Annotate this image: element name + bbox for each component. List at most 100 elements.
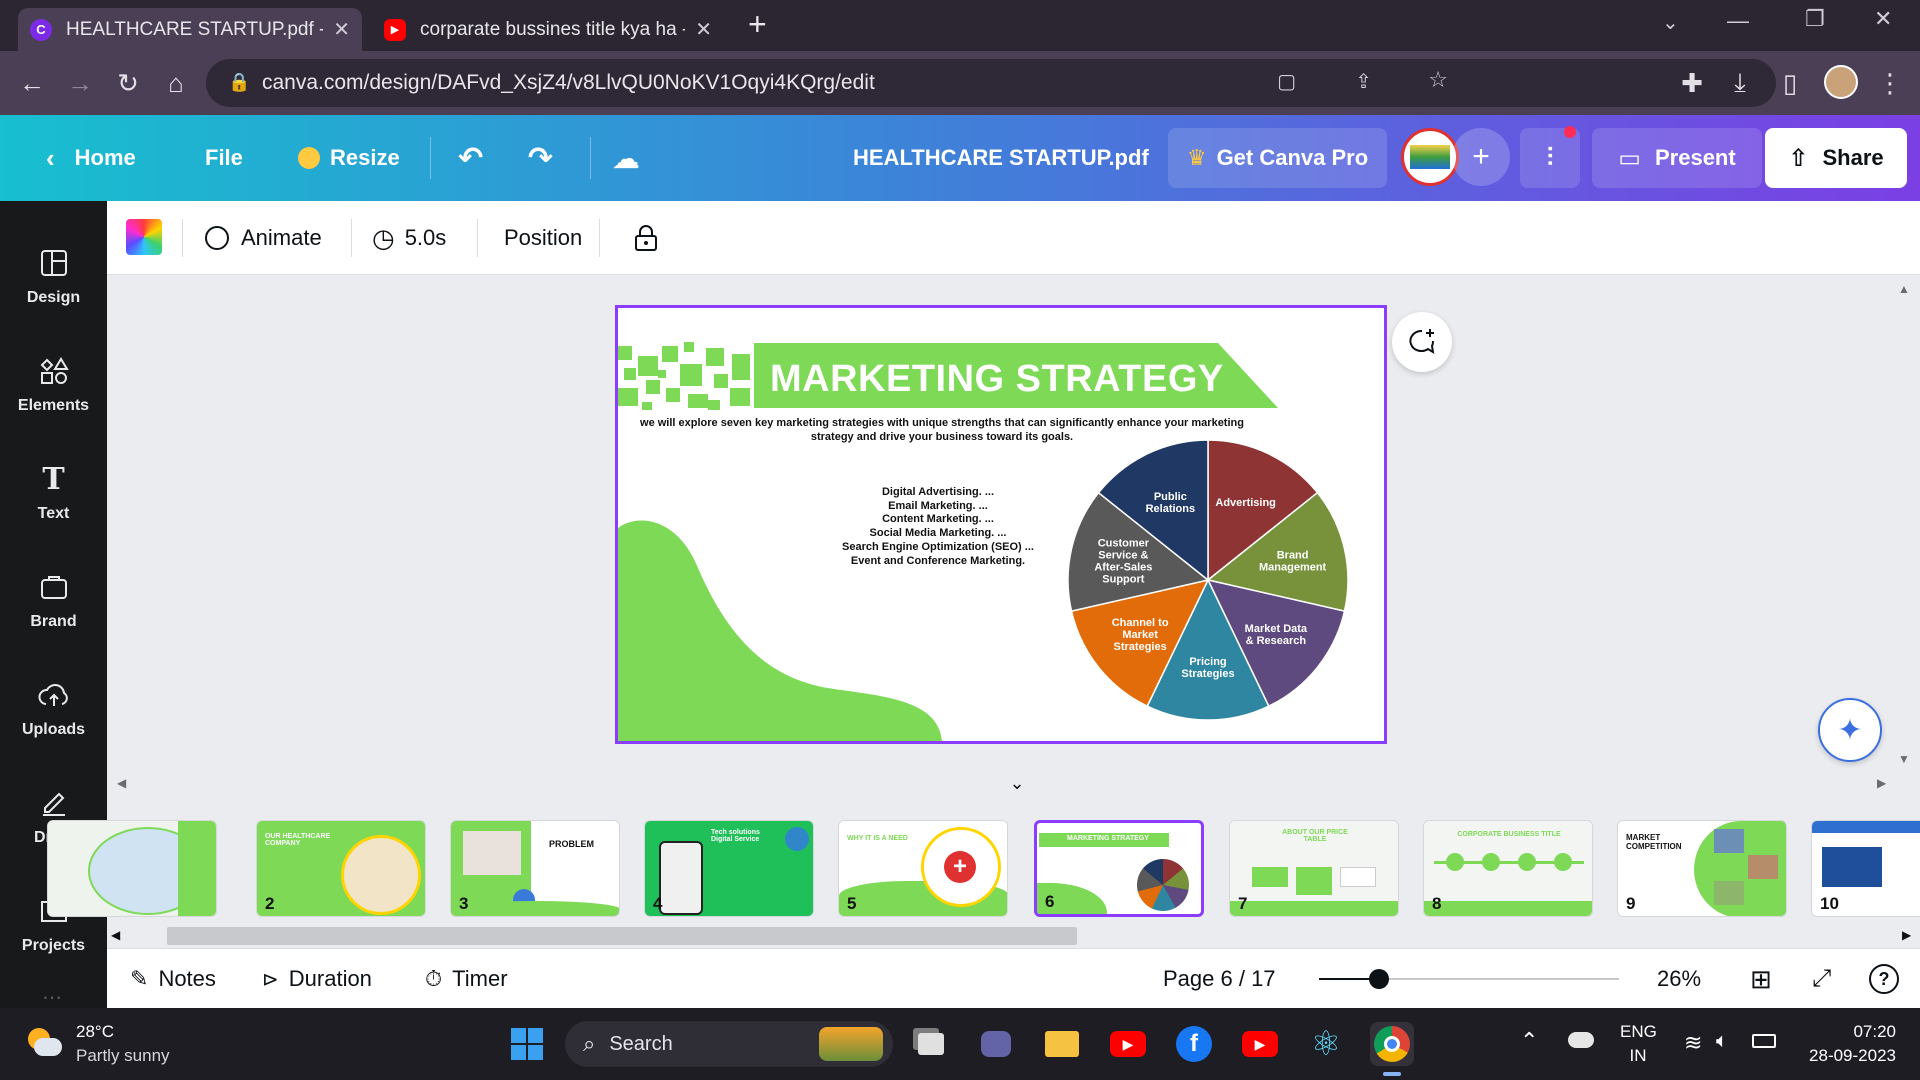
profile-avatar[interactable] [1824,65,1858,99]
filmstrip-left-arrow[interactable]: ◀ [117,776,126,790]
team-avatar[interactable] [1401,128,1459,186]
hscroll-left-arrow[interactable]: ◀ [111,928,120,942]
add-comment-button[interactable] [1392,312,1452,372]
tray-chevron-up-icon[interactable]: ⌃ [1520,1028,1538,1054]
page-thumbnail[interactable]: + WHY IT IS A NEED 5 [838,820,1008,917]
extensions-icon[interactable]: ✚ [1674,65,1710,101]
install-app-icon[interactable]: ▢ [1277,69,1296,94]
scroll-down-arrow[interactable]: ▼ [1898,752,1910,766]
duration-toggle-button[interactable]: ⊳ Duration [262,949,372,1009]
react-atom-icon[interactable]: ⚛ [1304,1022,1348,1066]
page-thumbnail[interactable]: MARKET COMPETITION 9 [1617,820,1787,917]
lock-icon[interactable] [634,201,658,275]
reload-icon[interactable]: ↻ [110,65,146,101]
new-tab-button[interactable]: + [748,6,767,43]
battery-icon[interactable] [1752,1034,1776,1048]
sidebar-item-text[interactable]: T Text [0,439,107,539]
insights-chart-icon[interactable]: ⫶ [1520,126,1580,188]
notes-button[interactable]: ✎ Notes [130,949,216,1009]
zoom-slider-track[interactable] [1319,969,1619,989]
browser-tab-youtube[interactable]: ▶ corparate bussines title kya ha - Y ✕ [372,8,724,51]
teams-meet-icon[interactable] [974,1022,1018,1066]
get-canva-pro-button[interactable]: ♛ Get Canva Pro [1168,128,1387,188]
close-tab-icon[interactable]: ✕ [333,17,350,42]
sidebar-item-brand[interactable]: Brand [0,547,107,647]
marketing-pie-chart[interactable]: AdvertisingBrand ManagementMarket Data & R… [1058,430,1358,730]
page-thumbnail[interactable]: 10 [1811,820,1920,917]
scroll-up-arrow[interactable]: ▲ [1898,282,1910,296]
wifi-icon[interactable]: ≋ [1684,1030,1702,1056]
weather-temp[interactable]: 28°C [76,1022,114,1042]
downloads-icon[interactable]: ⤓ [1722,65,1758,101]
undo-icon[interactable]: ↶ [458,115,483,201]
youtube-app-icon[interactable]: ▶ [1106,1022,1150,1066]
grid-view-icon[interactable]: ⊞ [1750,949,1772,1009]
window-close-icon[interactable]: ✕ [1874,6,1892,32]
volume-icon[interactable]: 🔈︎ [1716,1030,1728,1053]
home-icon[interactable]: ⌂ [158,65,194,101]
page-thumbnail[interactable]: OUR HEALTHCARE COMPANY 2 [256,820,426,917]
onedrive-cloud-icon[interactable] [1568,1032,1594,1048]
weather-partly-sunny-icon[interactable] [24,1026,64,1060]
filmstrip-right-arrow[interactable]: ▶ [1877,776,1886,790]
hscroll-right-arrow[interactable]: ▶ [1902,928,1911,942]
weather-desc[interactable]: Partly sunny [76,1046,170,1066]
redo-icon[interactable]: ↷ [528,115,553,201]
tab-search-icon[interactable]: ⌄ [1662,10,1679,35]
close-tab-icon[interactable]: ✕ [695,17,712,42]
bookmark-star-icon[interactable]: ☆ [1428,67,1448,93]
share-page-icon[interactable]: ⇪ [1355,69,1372,94]
page-thumbnail[interactable]: PROBLEM 3 [450,820,620,917]
page-thumbnail[interactable]: Tech solutions Digital Service 4 [644,820,814,917]
taskbar-search-box[interactable]: ⌕ Search [565,1021,893,1067]
restore-icon[interactable]: ❐ [1805,6,1825,32]
page-thumbnail-active[interactable]: MARKETING STRATEGY 6 [1034,820,1204,917]
present-button[interactable]: ▭ Present [1592,128,1762,188]
page-thumbnail[interactable] [47,820,217,917]
page-indicator[interactable]: Page 6 / 17 [1163,949,1276,1009]
cloud-saved-icon[interactable]: ☁ [612,115,640,201]
back-icon[interactable]: ← [14,65,50,101]
browser-tab-canva[interactable]: C HEALTHCARE STARTUP.pdf - Pres ✕ [18,8,362,51]
sidebar-item-uploads[interactable]: Uploads [0,655,107,755]
address-bar[interactable]: 🔒 canva.com/design/DAFvd_XsjZ4/v8LlvQU0N… [206,59,1776,107]
magic-assistant-button[interactable]: ✦ [1818,698,1882,762]
browser-menu-icon[interactable]: ⋮ [1872,65,1908,101]
timer-button[interactable]: ⏱ Timer [425,949,508,1009]
document-title[interactable]: HEALTHCARE STARTUP.pdf [853,115,1149,201]
minimize-icon[interactable]: — [1727,8,1749,34]
more-apps-icon[interactable]: ⋯ [42,985,64,1010]
duration-button[interactable]: ◷ 5.0s [372,201,446,275]
home-button[interactable]: ‹ Home [46,115,136,201]
zoom-level[interactable]: 26% [1657,949,1701,1009]
help-icon[interactable]: ? [1869,964,1899,994]
side-panel-icon[interactable]: ▯ [1772,65,1808,101]
color-picker-swatch[interactable] [126,219,162,255]
task-view-icon[interactable] [909,1022,953,1066]
page-thumbnail[interactable]: CORPORATE BUSINESS TITLE 8 [1423,820,1593,917]
language-indicator[interactable]: ENG IN [1620,1022,1657,1066]
slide-title[interactable]: MARKETING STRATEGY [770,358,1224,401]
add-collaborator-button[interactable]: + [1452,128,1510,186]
chrome-icon[interactable] [1370,1022,1414,1066]
animate-button[interactable]: Animate [205,201,322,275]
page-thumbnail[interactable]: ABOUT OUR PRICE TABLE 7 [1229,820,1399,917]
facebook-icon[interactable]: f [1172,1022,1216,1066]
sidebar-item-design[interactable]: Design [0,223,107,323]
windows-start-icon[interactable] [505,1022,549,1066]
position-button[interactable]: Position [504,201,582,275]
fullscreen-icon[interactable]: ⤢ [1812,949,1831,1009]
slide-canvas[interactable]: MARKETING STRATEGY we will explore seven… [615,305,1387,744]
share-button[interactable]: ⇧ Share [1765,128,1907,188]
resize-button[interactable]: Resize [298,115,400,201]
filmstrip-scrollbar[interactable] [167,927,1077,945]
zoom-slider-thumb[interactable] [1369,969,1389,989]
youtube-app-icon-2[interactable]: ▶ [1238,1022,1282,1066]
file-explorer-icon[interactable] [1040,1022,1084,1066]
sidebar-item-elements[interactable]: Elements [0,331,107,431]
file-menu-button[interactable]: File [205,115,243,201]
forward-icon[interactable]: → [62,65,98,101]
clock[interactable]: 07:20 28-09-2023 [1796,1022,1896,1066]
collapse-filmstrip-chevron-icon[interactable]: ⌄ [967,768,1067,798]
strategy-list[interactable]: Digital Advertising. ... Email Marketing… [818,486,1058,568]
